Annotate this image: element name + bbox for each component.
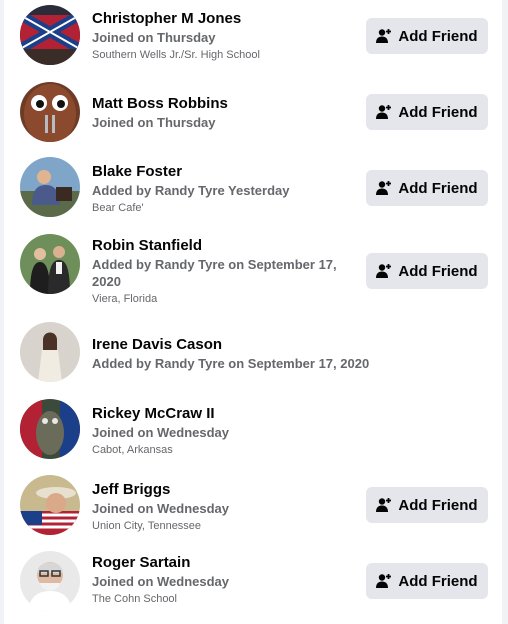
member-name[interactable]: Matt Boss Robbins <box>92 94 362 113</box>
profile-photo-icon <box>20 82 80 142</box>
add-friend-icon <box>376 574 392 588</box>
add-friend-label: Add Friend <box>398 496 478 514</box>
avatar[interactable] <box>20 157 80 217</box>
add-friend-button[interactable]: Add Friend <box>366 253 488 289</box>
member-list: Christopher M Jones Joined on Thursday S… <box>4 0 502 624</box>
avatar[interactable] <box>20 234 80 294</box>
add-friend-label: Add Friend <box>398 27 478 45</box>
avatar[interactable] <box>20 551 80 611</box>
member-name[interactable]: Robin Stanfield <box>92 236 362 255</box>
add-friend-button[interactable]: Add Friend <box>366 563 488 599</box>
member-name[interactable]: Jeff Briggs <box>92 480 362 499</box>
add-friend-button[interactable]: Add Friend <box>366 170 488 206</box>
member-meta: Joined on Wednesday <box>92 501 230 516</box>
member-info: Robin Stanfield Added by Randy Tyre on S… <box>92 236 362 307</box>
member-detail: The Cohn School <box>92 593 177 605</box>
member-meta: Added by Randy Tyre on September 17, 202… <box>92 257 337 289</box>
member-info: Jeff Briggs Joined on Wednesday Union Ci… <box>92 480 362 534</box>
member-detail: Bear Cafe' <box>92 202 144 214</box>
add-friend-button[interactable]: Add Friend <box>366 487 488 523</box>
add-friend-icon <box>376 264 392 278</box>
member-meta: Joined on Thursday <box>92 115 216 130</box>
avatar[interactable] <box>20 399 80 459</box>
member-detail: Cabot, Arkansas <box>92 444 173 456</box>
add-friend-label: Add Friend <box>398 103 478 121</box>
add-friend-icon <box>376 181 392 195</box>
member-meta: Added by Randy Tyre on September 17, 202… <box>92 356 370 371</box>
add-friend-button[interactable]: Add Friend <box>366 94 488 130</box>
member-meta: Added by Randy Tyre Yesterday <box>92 183 290 198</box>
add-friend-icon <box>376 498 392 512</box>
profile-photo-icon <box>20 551 80 611</box>
add-friend-label: Add Friend <box>398 572 478 590</box>
member-name[interactable]: Christopher M Jones <box>92 9 362 28</box>
profile-photo-icon <box>20 5 80 65</box>
profile-photo-icon <box>20 475 80 535</box>
member-name[interactable]: Rickey McCraw II <box>92 404 362 423</box>
add-friend-icon <box>376 105 392 119</box>
member-detail: Viera, Florida <box>92 293 158 305</box>
add-friend-label: Add Friend <box>398 262 478 280</box>
member-meta: Joined on Wednesday <box>92 574 230 589</box>
member-meta: Joined on Thursday <box>92 30 216 45</box>
avatar[interactable] <box>20 82 80 142</box>
add-friend-button[interactable]: Add Friend <box>366 18 488 54</box>
add-friend-label: Add Friend <box>398 179 478 197</box>
member-info: Rickey McCraw II Joined on Wednesday Cab… <box>92 404 362 458</box>
member-meta: Joined on Wednesday <box>92 425 230 440</box>
avatar[interactable] <box>20 475 80 535</box>
profile-photo-icon <box>20 399 80 459</box>
member-name[interactable]: Blake Foster <box>92 162 362 181</box>
avatar[interactable] <box>20 5 80 65</box>
avatar[interactable] <box>20 322 80 382</box>
member-name[interactable]: Roger Sartain <box>92 553 362 572</box>
profile-photo-icon <box>20 322 80 382</box>
member-info: Roger Sartain Joined on Wednesday The Co… <box>92 553 362 607</box>
member-info: Blake Foster Added by Randy Tyre Yesterd… <box>92 162 362 216</box>
member-detail: Southern Wells Jr./Sr. High School <box>92 49 260 61</box>
member-info: Irene Davis Cason Added by Randy Tyre on… <box>92 335 370 372</box>
profile-photo-icon <box>20 234 80 294</box>
member-name[interactable]: Irene Davis Cason <box>92 335 362 354</box>
member-info: Matt Boss Robbins Joined on Thursday <box>92 94 362 131</box>
profile-photo-icon <box>20 157 80 217</box>
member-detail: Union City, Tennessee <box>92 520 202 532</box>
add-friend-icon <box>376 29 392 43</box>
member-info: Christopher M Jones Joined on Thursday S… <box>92 9 362 63</box>
